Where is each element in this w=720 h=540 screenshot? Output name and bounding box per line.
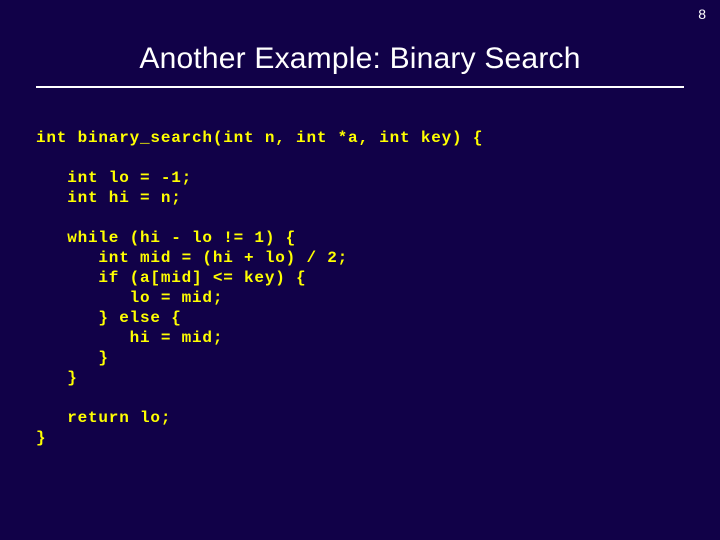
code-line: } (36, 369, 78, 387)
slide-number: 8 (698, 6, 706, 22)
code-line: int binary_search(int n, int *a, int key… (36, 129, 483, 147)
code-line: if (a[mid] <= key) { (36, 269, 306, 287)
code-line: int lo = -1; (36, 169, 192, 187)
code-line: } else { (36, 309, 182, 327)
code-block: int binary_search(int n, int *a, int key… (36, 128, 720, 448)
title-divider (36, 86, 684, 88)
code-line: int hi = n; (36, 189, 182, 207)
code-line: } (36, 349, 109, 367)
code-line: lo = mid; (36, 289, 223, 307)
slide-title: Another Example: Binary Search (0, 42, 720, 76)
code-line: } (36, 429, 46, 447)
code-line: hi = mid; (36, 329, 223, 347)
code-line: while (hi - lo != 1) { (36, 229, 296, 247)
code-line: return lo; (36, 409, 171, 427)
code-line: int mid = (hi + lo) / 2; (36, 249, 348, 267)
